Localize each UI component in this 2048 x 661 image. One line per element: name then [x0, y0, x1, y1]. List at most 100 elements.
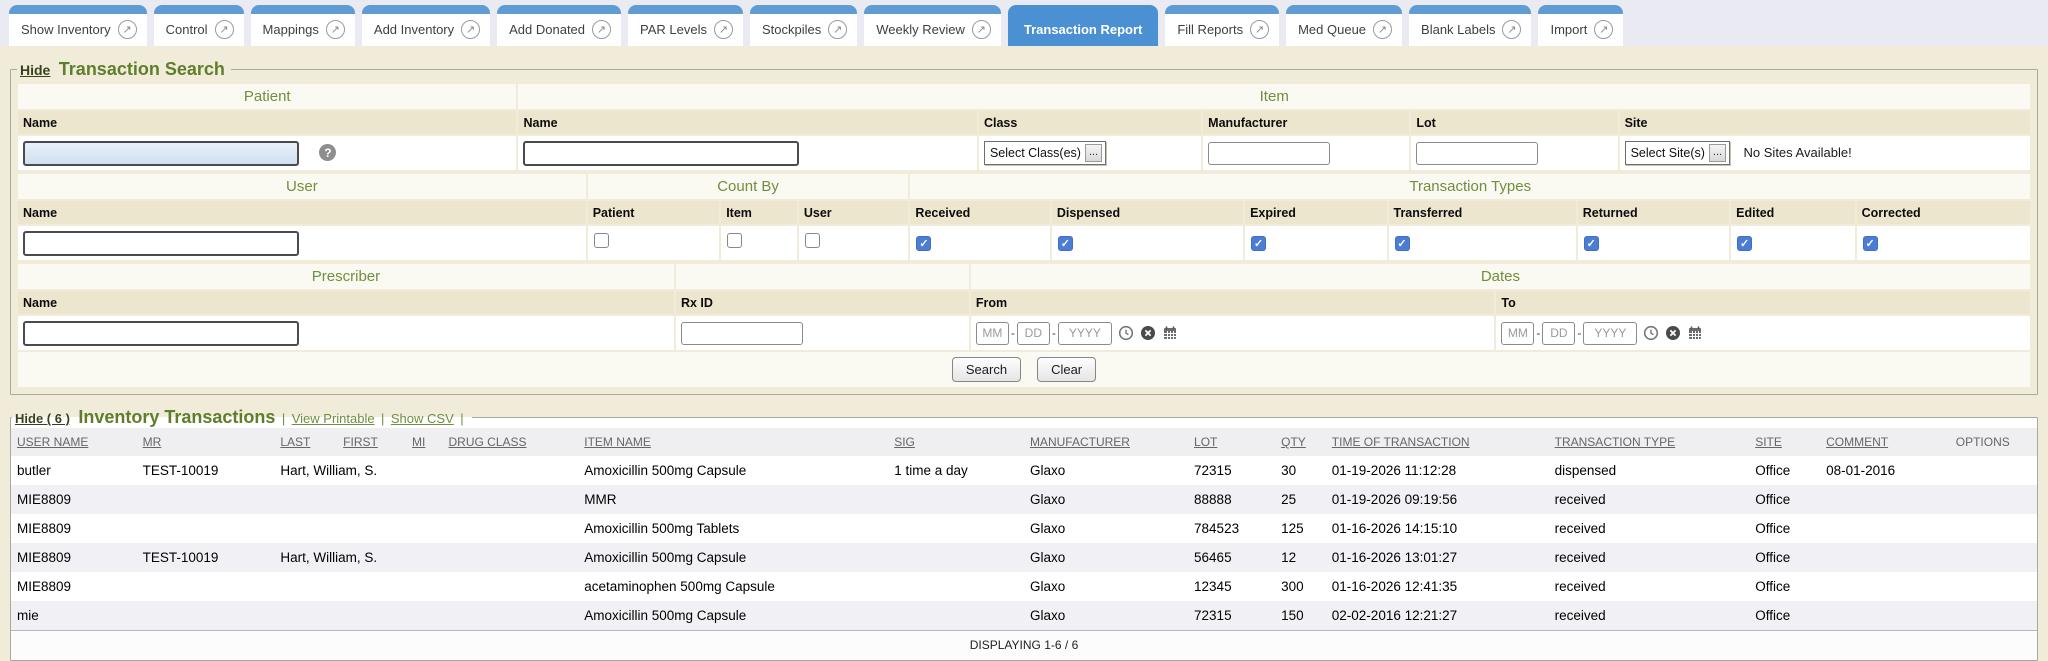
checkbox-dispensed[interactable]: ✓: [1058, 236, 1073, 251]
clear-date-icon[interactable]: [1665, 325, 1681, 341]
from-day-input[interactable]: [1017, 322, 1050, 345]
column-header-sig[interactable]: SIG: [888, 428, 1024, 456]
dates-section-header: Dates: [971, 264, 2030, 289]
checkbox-corrected[interactable]: ✓: [1863, 236, 1878, 251]
checkbox-returned[interactable]: ✓: [1584, 236, 1599, 251]
cell-lot: 72315: [1188, 601, 1275, 630]
tab-med-queue[interactable]: Med Queue↗: [1286, 5, 1402, 46]
column-header-manufacturer[interactable]: MANUFACTURER: [1024, 428, 1188, 456]
hide-results-link[interactable]: Hide ( 6 ): [15, 411, 70, 426]
tab-add-inventory[interactable]: Add Inventory↗: [362, 5, 490, 46]
column-header-options: OPTIONS: [1950, 428, 2037, 456]
to-month-input[interactable]: [1501, 322, 1534, 345]
checkbox-user[interactable]: [805, 233, 820, 248]
column-header-user-name[interactable]: USER NAME: [11, 428, 137, 456]
open-new-window-icon[interactable]: ↗: [972, 20, 991, 39]
column-header-site[interactable]: SITE: [1749, 428, 1820, 456]
tab-weekly-review[interactable]: Weekly Review↗: [864, 5, 1001, 46]
tab-label: Transaction Report: [1024, 16, 1142, 37]
lot-input[interactable]: [1416, 142, 1538, 165]
open-new-window-icon[interactable]: ↗: [828, 20, 847, 39]
column-header-time-of-transaction[interactable]: TIME OF TRANSACTION: [1326, 428, 1549, 456]
clear-date-icon[interactable]: [1140, 325, 1156, 341]
checkbox-item[interactable]: [727, 233, 742, 248]
tab-show-inventory[interactable]: Show Inventory↗: [9, 5, 147, 46]
open-new-window-icon[interactable]: ↗: [714, 20, 733, 39]
cell-comment: [1820, 485, 1950, 514]
column-header-comment[interactable]: COMMENT: [1820, 428, 1950, 456]
open-new-window-icon[interactable]: ↗: [592, 20, 611, 39]
prescriber-section-header: Prescriber: [18, 264, 674, 289]
tab-control[interactable]: Control↗: [154, 5, 244, 46]
calendar-icon[interactable]: [1162, 325, 1178, 341]
clock-icon[interactable]: [1118, 325, 1134, 341]
search-button-row: Search Clear: [18, 352, 2030, 387]
checkbox-patient[interactable]: [594, 233, 609, 248]
show-csv-link[interactable]: Show CSV: [391, 411, 454, 426]
open-new-window-icon[interactable]: ↗: [1373, 20, 1392, 39]
tab-transaction-report[interactable]: Transaction Report: [1008, 5, 1158, 46]
to-day-input[interactable]: [1542, 322, 1575, 345]
legend-separator: |: [460, 411, 463, 426]
cell-mi: [406, 572, 442, 601]
view-printable-link[interactable]: View Printable: [292, 411, 375, 426]
checkbox-edited[interactable]: ✓: [1737, 236, 1752, 251]
class-label: Class: [979, 111, 1201, 134]
from-month-input[interactable]: [976, 322, 1009, 345]
label-transferred: Transferred: [1389, 201, 1576, 224]
hide-search-link[interactable]: Hide: [20, 62, 50, 78]
to-date-group: - -: [1501, 322, 1703, 345]
tab-mappings[interactable]: Mappings↗: [251, 5, 355, 46]
column-header-drug-class[interactable]: DRUG CLASS: [443, 428, 579, 456]
open-new-window-icon[interactable]: ↗: [1250, 20, 1269, 39]
column-header-first[interactable]: FIRST: [337, 428, 406, 456]
class-ellipsis-button[interactable]: ...: [1085, 144, 1102, 162]
manufacturer-input[interactable]: [1208, 142, 1330, 165]
open-new-window-icon[interactable]: ↗: [1594, 20, 1613, 39]
calendar-icon[interactable]: [1687, 325, 1703, 341]
patient-name-input[interactable]: [23, 141, 299, 166]
tab-par-levels[interactable]: PAR Levels↗: [628, 5, 743, 46]
column-header-mi[interactable]: MI: [406, 428, 442, 456]
tab-stockpiles[interactable]: Stockpiles↗: [750, 5, 857, 46]
cell-manufacturer: Glaxo: [1024, 572, 1188, 601]
tab-fill-reports[interactable]: Fill Reports↗: [1165, 5, 1279, 46]
from-year-input[interactable]: [1058, 322, 1112, 345]
tab-blank-labels[interactable]: Blank Labels↗: [1409, 5, 1531, 46]
user-name-input[interactable]: [23, 231, 299, 256]
cell-first: [337, 601, 406, 630]
table-row: MIE8809acetaminophen 500mg CapsuleGlaxo1…: [11, 572, 2037, 601]
rx-id-input[interactable]: [681, 322, 803, 345]
prescriber-name-input[interactable]: [23, 321, 299, 346]
site-select[interactable]: Select Site(s) ...: [1625, 141, 1731, 165]
to-year-input[interactable]: [1583, 322, 1637, 345]
open-new-window-icon[interactable]: ↗: [461, 20, 480, 39]
cell-drug-class: [443, 456, 579, 485]
checkbox-expired[interactable]: ✓: [1251, 236, 1266, 251]
open-new-window-icon[interactable]: ↗: [326, 20, 345, 39]
column-header-item-name[interactable]: ITEM NAME: [578, 428, 888, 456]
open-new-window-icon[interactable]: ↗: [118, 20, 137, 39]
clock-icon[interactable]: [1643, 325, 1659, 341]
item-name-input[interactable]: [523, 141, 799, 166]
clear-button[interactable]: Clear: [1037, 357, 1096, 382]
help-icon[interactable]: ?: [319, 144, 336, 161]
open-new-window-icon[interactable]: ↗: [215, 20, 234, 39]
checkbox-received[interactable]: ✓: [916, 236, 931, 251]
site-ellipsis-button[interactable]: ...: [1709, 144, 1726, 162]
site-label: Site: [1620, 111, 2030, 134]
label-expired: Expired: [1245, 201, 1386, 224]
column-header-last[interactable]: LAST: [274, 428, 337, 456]
column-header-lot[interactable]: LOT: [1188, 428, 1275, 456]
cell-item-name: Amoxicillin 500mg Tablets: [578, 514, 888, 543]
column-header-qty[interactable]: QTY: [1275, 428, 1326, 456]
cell-user-name: mie: [11, 601, 137, 630]
open-new-window-icon[interactable]: ↗: [1502, 20, 1521, 39]
search-button[interactable]: Search: [952, 357, 1021, 382]
column-header-transaction-type[interactable]: TRANSACTION TYPE: [1549, 428, 1750, 456]
column-header-mr[interactable]: MR: [137, 428, 275, 456]
tab-add-donated[interactable]: Add Donated↗: [497, 5, 621, 46]
tab-import[interactable]: Import↗: [1538, 5, 1623, 46]
class-select[interactable]: Select Class(es) ...: [984, 141, 1106, 165]
checkbox-transferred[interactable]: ✓: [1395, 236, 1410, 251]
